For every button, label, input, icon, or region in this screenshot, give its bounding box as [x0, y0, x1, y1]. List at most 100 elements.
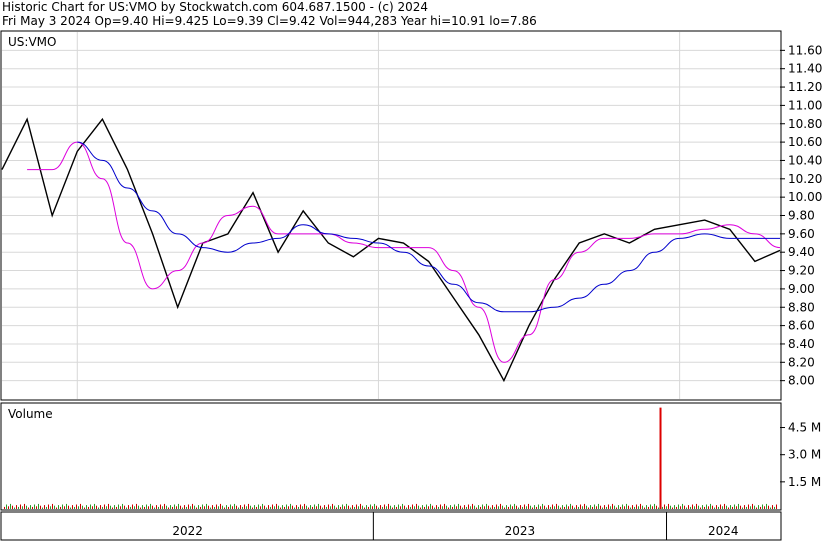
volume-bar [648, 506, 649, 509]
volume-bar [626, 503, 627, 509]
volume-bar [492, 505, 493, 509]
volume-bar [88, 506, 89, 509]
volume-bar [598, 503, 599, 509]
volume-bar [578, 506, 579, 509]
volume-bar [16, 505, 17, 509]
volume-bar [358, 506, 359, 509]
volume-bar [70, 507, 71, 509]
volume-bar [736, 506, 737, 509]
volume-panel-frame [0, 402, 782, 511]
volume-bar [370, 504, 371, 509]
volume-bar [484, 506, 485, 509]
volume-bar [706, 504, 707, 509]
volume-bar [198, 505, 199, 509]
volume-bar [314, 504, 315, 509]
volume-bar [256, 506, 257, 509]
volume-bar [634, 506, 635, 509]
volume-bar [130, 506, 131, 509]
volume-bar [206, 503, 207, 509]
volume-bar [536, 506, 537, 509]
volume-bar [714, 507, 715, 509]
volume-bar [182, 507, 183, 509]
year-label: 2022 [172, 524, 203, 538]
volume-bar [760, 506, 761, 509]
volume-bar [296, 505, 297, 509]
volume-bar [284, 506, 285, 509]
volume-bar [74, 506, 75, 509]
volume-bar [356, 504, 357, 509]
volume-bar [766, 503, 767, 509]
volume-bar [542, 503, 543, 509]
volume-bar [126, 507, 127, 509]
volume-bar [710, 503, 711, 509]
volume-bar [350, 507, 351, 509]
volume-bar [172, 506, 173, 509]
volume-bar [82, 505, 83, 509]
volume-bar [434, 507, 435, 509]
volume-spike-bar [659, 407, 662, 509]
volume-bar [666, 506, 667, 509]
volume-bar [244, 504, 245, 509]
volume-bar [146, 504, 147, 509]
volume-bar [530, 505, 531, 509]
volume-bar [738, 503, 739, 509]
volume-bar [596, 506, 597, 509]
volume-bar [586, 505, 587, 509]
volume-bar [430, 503, 431, 509]
volume-bar [24, 503, 25, 509]
volume-bar [316, 506, 317, 509]
volume-bar [494, 506, 495, 509]
volume-bar [402, 503, 403, 509]
volume-bar [348, 505, 349, 509]
volume-bar [52, 503, 53, 509]
volume-label: Volume [8, 407, 53, 421]
volume-bar [688, 505, 689, 509]
volume-bar [196, 507, 197, 509]
volume-bar [750, 506, 751, 509]
volume-bar [740, 505, 741, 509]
volume-bar [732, 506, 733, 509]
volume-bar [564, 506, 565, 509]
volume-bar [442, 506, 443, 509]
volume-bar [488, 505, 489, 509]
price-tick-label: 8.80 [788, 300, 815, 314]
volume-bar [246, 506, 247, 509]
time-axis: 2022 2023 2024 [172, 512, 739, 540]
volume-bar [616, 507, 617, 509]
volume-bar [520, 505, 521, 509]
volume-bar [262, 503, 263, 509]
volume-bar [628, 505, 629, 509]
volume-bar [238, 507, 239, 509]
volume-bar [426, 504, 427, 509]
volume-bar [324, 505, 325, 509]
volume-bar [458, 503, 459, 509]
volume-bar [572, 505, 573, 509]
volume-bar [752, 503, 753, 509]
volume-bar [322, 507, 323, 509]
volume-bar [128, 505, 129, 509]
volume-bar [228, 506, 229, 509]
volume-bar [292, 505, 293, 509]
volume-bar [444, 503, 445, 509]
symbol-label: US:VMO [8, 35, 56, 49]
volume-bar [154, 507, 155, 509]
volume-bar [138, 505, 139, 509]
volume-bar [260, 506, 261, 509]
volume-bar [676, 506, 677, 509]
price-axis: 11.60 11.40 11.20 11.00 10.80 10.60 10.40 10.20… [780, 43, 822, 388]
volume-bar [48, 504, 49, 509]
volume-bar [326, 506, 327, 509]
volume-bar [372, 506, 373, 509]
volume-bar [776, 504, 777, 509]
price-tick-label: 9.40 [788, 245, 815, 259]
volume-bar [104, 504, 105, 509]
volume-bar [30, 505, 31, 509]
volume-bar [376, 505, 377, 509]
volume-bar [584, 503, 585, 509]
volume-bar [84, 507, 85, 509]
volume-bar [696, 503, 697, 509]
price-line [1, 117, 781, 383]
volume-bar [380, 505, 381, 509]
volume-bar [682, 503, 683, 509]
volume-bar [388, 503, 389, 509]
